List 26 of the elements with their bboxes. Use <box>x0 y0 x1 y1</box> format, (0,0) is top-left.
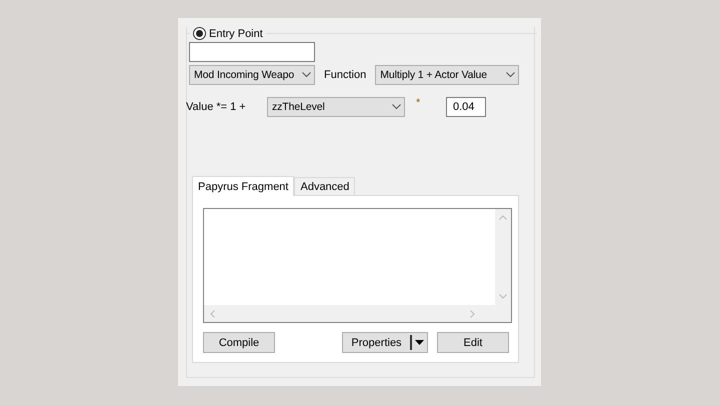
multiply-label: * <box>416 97 422 109</box>
split-button[interactable]: Properties <box>342 332 428 353</box>
button[interactable]: Compile <box>203 332 275 353</box>
scroll-right-icon[interactable] <box>470 310 475 318</box>
script-text-area[interactable] <box>203 208 512 323</box>
factor-field[interactable]: 0.04 <box>446 97 486 117</box>
chevron-down-icon <box>506 72 516 78</box>
chevron-down-icon <box>302 72 311 78</box>
name-field[interactable] <box>189 42 315 62</box>
radio-label: Entry Point <box>209 28 263 40</box>
tab[interactable]: Advanced <box>294 177 356 195</box>
tab[interactable]: Papyrus Fragment <box>192 176 294 196</box>
chevron-down-icon <box>392 104 401 110</box>
function-dropdown[interactable]: Multiply 1 + Actor Value <box>375 65 520 85</box>
radio-button[interactable] <box>193 27 206 40</box>
dropdown-arrow-icon[interactable] <box>415 340 424 345</box>
value-label: Value *= 1 + <box>186 101 247 113</box>
scroll-left-icon[interactable] <box>210 310 215 318</box>
horizontal-scrollbar[interactable] <box>204 305 495 322</box>
vertical-scrollbar[interactable] <box>495 209 511 305</box>
function-label: Function <box>324 69 366 81</box>
entry-point-dropdown[interactable]: Mod Incoming Weapo <box>189 65 315 85</box>
scroll-up-icon[interactable] <box>499 215 507 220</box>
button[interactable]: Edit <box>437 332 509 353</box>
actor-value-dropdown[interactable]: zzTheLevel <box>267 97 405 117</box>
scroll-down-icon[interactable] <box>499 294 507 299</box>
